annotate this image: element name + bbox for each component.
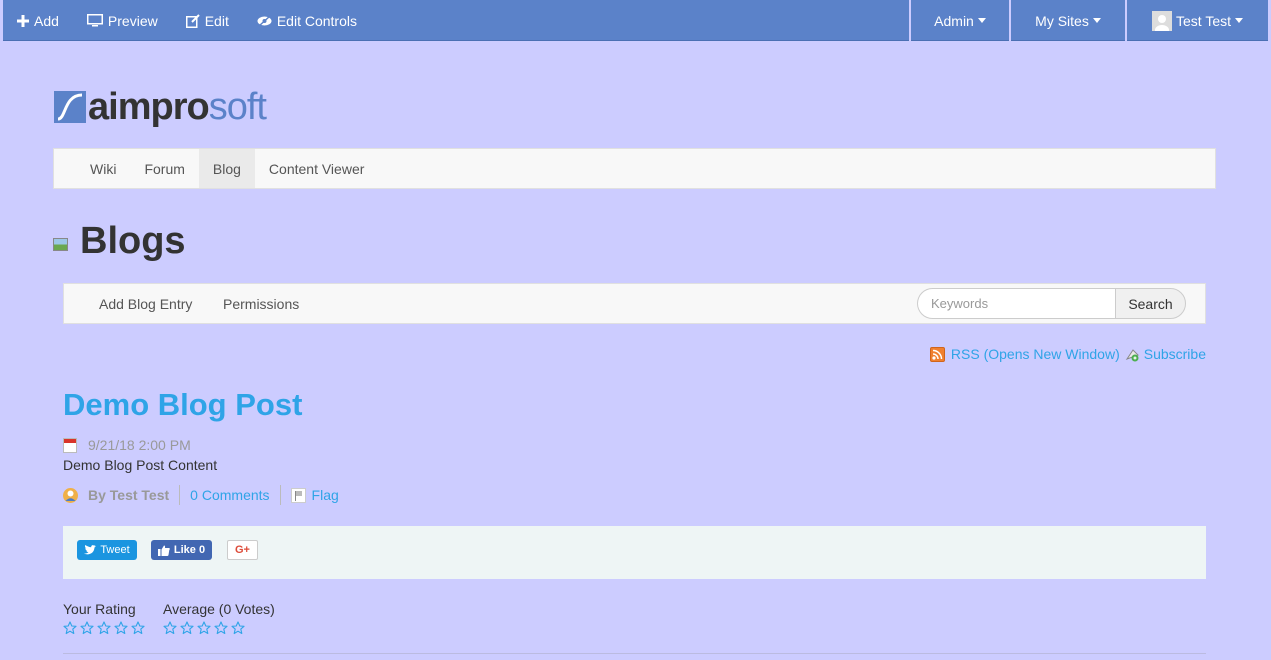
flag-link[interactable]: Flag (312, 487, 339, 503)
entry-author: By Test Test (63, 485, 181, 505)
preview-label: Preview (107, 12, 158, 29)
page-title: Blogs (80, 220, 186, 262)
entry-content: Demo Blog Post Content (63, 457, 218, 473)
tweet-label: Tweet (100, 544, 130, 556)
entry-author-text: By Test Test (88, 487, 170, 503)
caret-down-icon (1092, 18, 1101, 23)
my-sites-label: My Sites (1035, 12, 1089, 29)
monitor-icon (86, 14, 103, 27)
dockbar: Add Preview Edit Edit Controls Admin My … (3, 0, 1268, 41)
your-rating: Your Rating (63, 601, 148, 637)
entry-meta: By Test Test 0 Comments Flag (63, 485, 339, 505)
nav-item-wiki[interactable]: Wiki (76, 149, 130, 188)
user-label: Test Test (1176, 12, 1231, 29)
avatar (1152, 10, 1172, 31)
nav-item-forum[interactable]: Forum (130, 149, 198, 188)
entry-date: 9/21/18 2:00 PM (63, 437, 191, 453)
edit-controls-button[interactable]: Edit Controls (243, 0, 371, 41)
nav-item-content-viewer[interactable]: Content Viewer (255, 149, 378, 188)
average-rating: Average (0 Votes) (163, 601, 275, 637)
social-bookmarks: Tweet Like 0 G+ (63, 526, 1206, 579)
your-rating-label: Your Rating (63, 601, 136, 617)
rss-link[interactable]: RSS (Opens New Window) (951, 346, 1120, 362)
logo-text-part2: soft (208, 86, 267, 128)
edit-label: Edit (204, 12, 229, 29)
logo-text: aimprosoft (88, 86, 267, 128)
star-icon (197, 621, 214, 637)
feed-links: RSS (Opens New Window) Subscribe (929, 346, 1206, 362)
eye-slash-icon (257, 14, 272, 27)
entry-title-link[interactable]: Demo Blog Post (63, 387, 302, 423)
admin-label: Admin (934, 12, 974, 29)
portlet-title: Blogs (53, 220, 186, 263)
subscribe-icon (1125, 347, 1140, 362)
star-icon (231, 621, 248, 637)
site-logo[interactable]: aimprosoft (54, 86, 267, 128)
user-menu[interactable]: Test Test (1125, 0, 1268, 41)
admin-menu[interactable]: Admin (909, 0, 1009, 41)
calendar-icon (63, 437, 77, 453)
twitter-icon (84, 545, 97, 555)
dockbar-right: Admin My Sites Test Test (909, 0, 1268, 41)
portlet-image-icon (53, 238, 68, 251)
flag-control: Flag (281, 487, 339, 503)
caret-down-icon (1235, 18, 1243, 23)
permissions-button[interactable]: Permissions (223, 284, 299, 323)
subscribe-link[interactable]: Subscribe (1144, 346, 1206, 362)
logo-text-part1: aimpro (88, 86, 210, 128)
edit-controls-label: Edit Controls (276, 12, 357, 29)
google-plus-button[interactable]: G+ (227, 540, 258, 560)
plus-icon (17, 14, 29, 27)
edit-icon (185, 13, 200, 28)
add-label: Add (34, 12, 59, 29)
logo-mark-icon (54, 91, 86, 123)
blog-toolbar: Add Blog Entry Permissions Search (63, 283, 1206, 324)
star-icon[interactable] (131, 621, 148, 637)
nav-item-blog[interactable]: Blog (198, 149, 255, 188)
dockbar-left: Add Preview Edit Edit Controls (3, 0, 371, 41)
star-icon (214, 621, 231, 637)
star-icon (180, 621, 197, 637)
site-navigation: Wiki Forum Blog Content Viewer (53, 148, 1216, 189)
star-icon (163, 621, 180, 637)
facebook-like-button[interactable]: Like 0 (151, 540, 212, 560)
entry-date-text: 9/21/18 2:00 PM (88, 437, 191, 453)
user-icon (63, 487, 78, 503)
comments-link[interactable]: 0 Comments (190, 487, 269, 503)
average-rating-label: Average (0 Votes) (163, 601, 275, 617)
add-blog-entry-button[interactable]: Add Blog Entry (99, 284, 192, 323)
edit-button[interactable]: Edit (172, 0, 243, 41)
tweet-button[interactable]: Tweet (77, 540, 137, 560)
rss-icon (929, 346, 945, 362)
preview-button[interactable]: Preview (73, 0, 172, 41)
like-label: Like 0 (173, 544, 206, 556)
search-form: Search (917, 288, 1186, 319)
add-button[interactable]: Add (3, 0, 73, 41)
star-icon[interactable] (63, 621, 80, 637)
star-icon[interactable] (97, 621, 114, 637)
average-rating-stars (163, 621, 275, 637)
your-rating-stars (63, 621, 148, 637)
star-icon[interactable] (80, 621, 97, 637)
divider (63, 653, 1206, 654)
thumbs-up-icon (157, 545, 170, 556)
search-button[interactable]: Search (1115, 288, 1186, 319)
search-input[interactable] (917, 288, 1115, 319)
flag-icon (290, 487, 306, 503)
caret-down-icon (977, 18, 986, 23)
star-icon[interactable] (114, 621, 131, 637)
my-sites-menu[interactable]: My Sites (1009, 0, 1125, 41)
